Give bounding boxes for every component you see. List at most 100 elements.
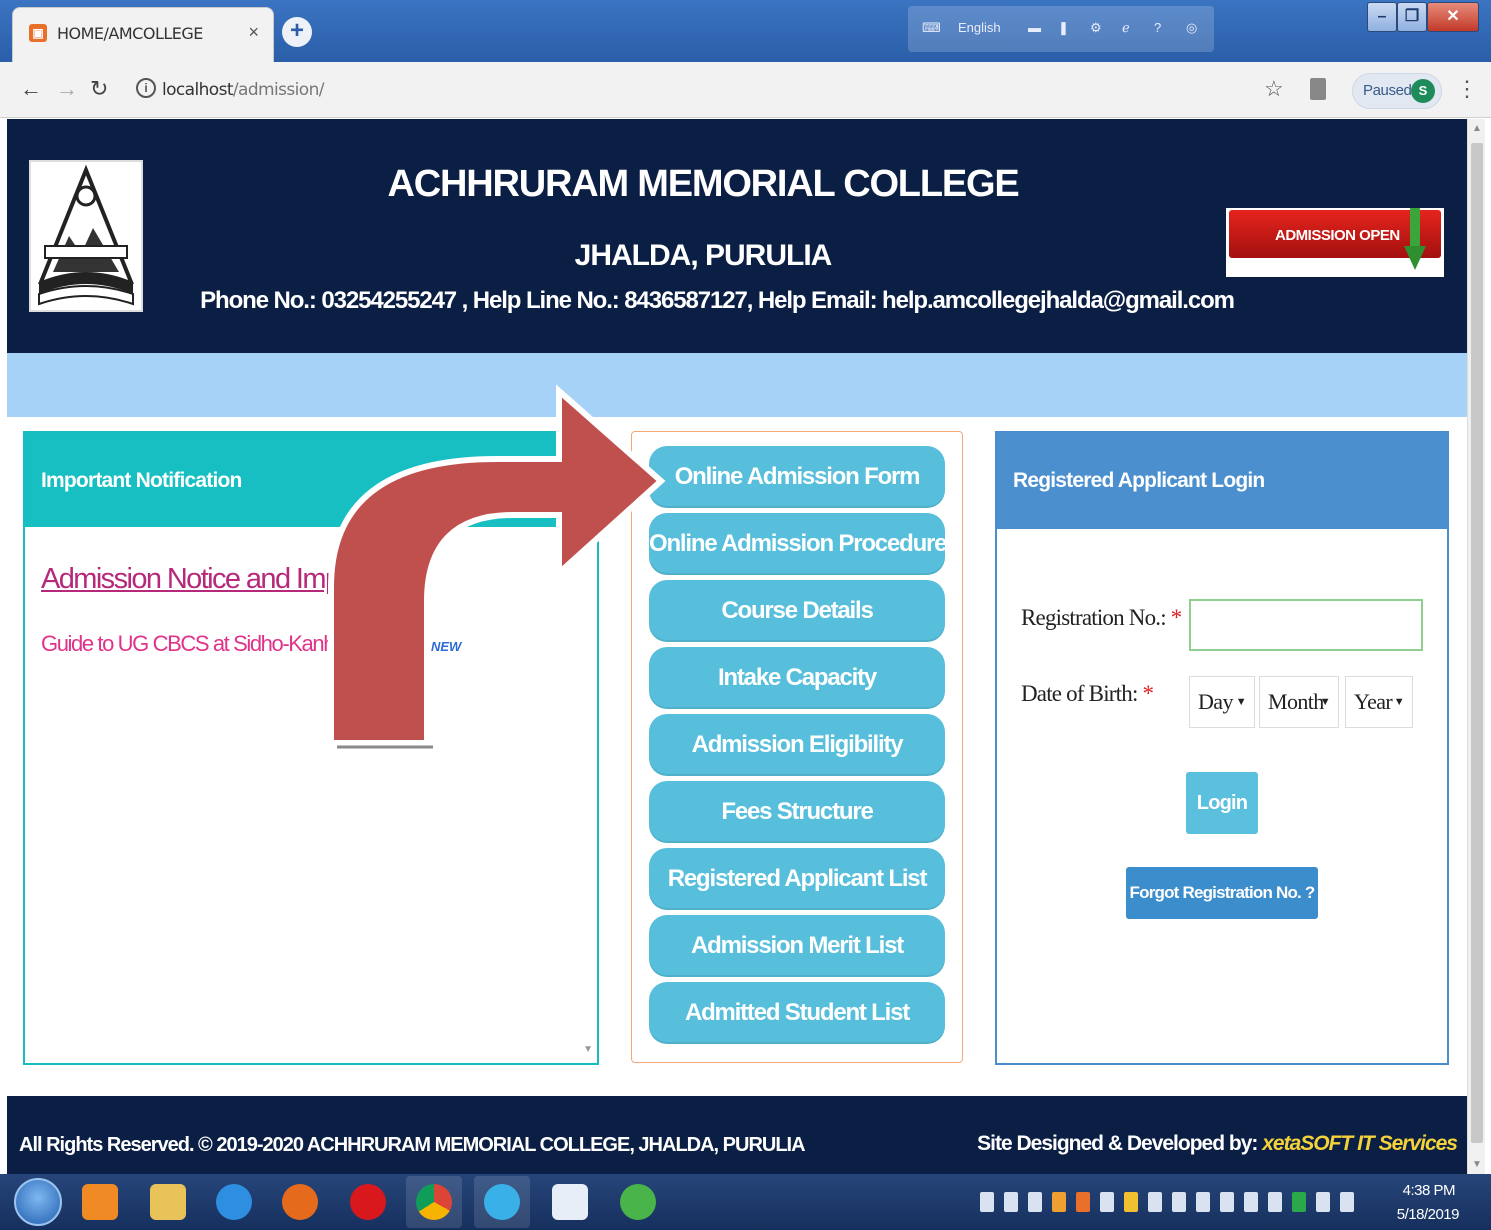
language-label: English bbox=[958, 20, 1001, 35]
badge-label: ADMISSION OPEN bbox=[1275, 227, 1400, 244]
bluetooth-icon[interactable] bbox=[1340, 1192, 1354, 1212]
page-viewport: ACHHRURAM MEMORIAL COLLEGE JHALDA, PURUL… bbox=[7, 119, 1467, 1174]
admission-merit-list-button[interactable]: Admission Merit List bbox=[649, 915, 945, 977]
scroll-down-icon[interactable]: ▼ bbox=[583, 1044, 593, 1055]
minimize-icon[interactable]: – bbox=[1367, 2, 1397, 32]
app-icon[interactable] bbox=[610, 1176, 666, 1228]
word-app-icon[interactable] bbox=[542, 1176, 598, 1228]
firefox-app-icon[interactable] bbox=[272, 1176, 328, 1228]
extension-icon[interactable] bbox=[1310, 78, 1326, 100]
favicon-icon: ▣ bbox=[29, 24, 47, 42]
dropdown-caret-icon: ▼ bbox=[1319, 696, 1331, 708]
site-footer: All Rights Reserved. © 2019-2020 ACHHRUR… bbox=[7, 1096, 1467, 1174]
star-icon[interactable]: ☆ bbox=[1264, 76, 1284, 102]
course-details-button[interactable]: Course Details bbox=[649, 580, 945, 642]
scroll-down-icon[interactable]: ▼ bbox=[1472, 1159, 1482, 1170]
help-icon: ? bbox=[1154, 20, 1162, 35]
new-tab-button[interactable]: + bbox=[282, 17, 312, 47]
opera-app-icon[interactable] bbox=[340, 1176, 396, 1228]
login-title: Registered Applicant Login bbox=[1013, 469, 1265, 492]
online-admission-form-button[interactable]: Online Admission Form bbox=[649, 446, 945, 508]
keyboard-icon: ⌨ bbox=[922, 20, 941, 35]
day-value: Day bbox=[1198, 689, 1233, 714]
tray-icon[interactable] bbox=[1172, 1192, 1186, 1212]
file-explorer-app-icon[interactable] bbox=[140, 1176, 196, 1228]
volume-icon[interactable] bbox=[1268, 1192, 1282, 1212]
tray-icon[interactable] bbox=[1196, 1192, 1210, 1212]
tray-icon[interactable] bbox=[1052, 1192, 1066, 1212]
reload-icon[interactable]: ↻ bbox=[90, 76, 108, 102]
chrome-app-icon[interactable] bbox=[406, 1176, 462, 1228]
page-scrollbar[interactable]: ▲ ▼ bbox=[1467, 119, 1485, 1174]
window-controls: – ❐ ✕ bbox=[1367, 2, 1481, 34]
login-button[interactable]: Login bbox=[1186, 772, 1258, 834]
forgot-registration-button[interactable]: Forgot Registration No. ? bbox=[1126, 867, 1318, 919]
language-bar: ⌨ English ▬ ❚ ⚙ ℯ ? ◎ bbox=[908, 6, 1214, 52]
flag-icon[interactable] bbox=[1316, 1192, 1330, 1212]
lang-tool-icon: ℯ bbox=[1122, 20, 1130, 35]
signal-icon[interactable] bbox=[1220, 1192, 1234, 1212]
registration-number-input[interactable] bbox=[1189, 599, 1423, 651]
address-bar[interactable]: i localhost/admission/ bbox=[128, 72, 1328, 108]
notification-title: Important Notification bbox=[41, 469, 242, 492]
tray-icon[interactable] bbox=[980, 1192, 994, 1212]
browser-tab[interactable]: ▣ HOME/AMCOLLEGE × bbox=[12, 7, 274, 62]
tray-icon[interactable] bbox=[1148, 1192, 1162, 1212]
profile-status: Paused bbox=[1363, 82, 1412, 99]
tray-icon[interactable] bbox=[1004, 1192, 1018, 1212]
tab-title: HOME/AMCOLLEGE bbox=[57, 24, 203, 43]
profile-sync-button[interactable]: Paused S bbox=[1352, 73, 1442, 109]
url-host: localhost bbox=[162, 80, 234, 100]
login-header: Registered Applicant Login bbox=[997, 433, 1447, 529]
registered-applicant-list-button[interactable]: Registered Applicant List bbox=[649, 848, 945, 910]
college-location: JHALDA, PURULIA bbox=[574, 239, 833, 272]
date-of-birth-label: Date of Birth: * bbox=[1021, 681, 1154, 707]
start-button[interactable] bbox=[14, 1178, 62, 1226]
internet-explorer-app-icon[interactable] bbox=[206, 1176, 262, 1228]
required-mark: * bbox=[1170, 605, 1182, 630]
admitted-student-list-button[interactable]: Admitted Student List bbox=[649, 982, 945, 1044]
tab-close-icon[interactable]: × bbox=[248, 22, 259, 43]
lang-tool-icon: ⚙ bbox=[1090, 20, 1102, 35]
back-arrow-icon[interactable]: ← bbox=[20, 76, 42, 102]
scroll-thumb[interactable] bbox=[1471, 143, 1483, 1143]
applicant-login-panel: Registered Applicant Login Registration … bbox=[995, 431, 1449, 1065]
required-mark: * bbox=[1142, 681, 1154, 706]
admission-open-badge[interactable]: ADMISSION OPEN bbox=[1226, 208, 1444, 277]
down-arrow-icon bbox=[1404, 208, 1426, 270]
year-select[interactable]: Year ▼ bbox=[1345, 676, 1413, 728]
forward-arrow-icon[interactable]: → bbox=[56, 76, 78, 102]
scroll-up-icon[interactable]: ▲ bbox=[1472, 123, 1482, 134]
designed-by-label: Site Designed & Developed by: bbox=[977, 1132, 1263, 1155]
maximize-icon[interactable]: ❐ bbox=[1397, 2, 1427, 32]
media-player-app-icon[interactable] bbox=[72, 1176, 128, 1228]
tray-icon[interactable] bbox=[1124, 1192, 1138, 1212]
developer-link[interactable]: xetaSOFT IT Services bbox=[1262, 1132, 1458, 1155]
day-select[interactable]: Day ▼ bbox=[1189, 676, 1255, 728]
tray-icon[interactable] bbox=[1100, 1192, 1114, 1212]
clock-time[interactable]: 4:38 PM bbox=[1403, 1182, 1456, 1199]
battery-icon[interactable] bbox=[1244, 1192, 1258, 1212]
admission-menu: Online Admission Form Online Admission P… bbox=[631, 431, 963, 1063]
copyright-text: All Rights Reserved. © 2019-2020 ACHHRUR… bbox=[19, 1134, 806, 1156]
browser-tab-bar: ▣ HOME/AMCOLLEGE × + ⌨ English ▬ ❚ ⚙ ℯ ?… bbox=[0, 0, 1491, 62]
url-path: /admission/ bbox=[232, 80, 325, 100]
lang-tool-icon: ▬ bbox=[1028, 20, 1041, 35]
app-icon[interactable] bbox=[474, 1176, 530, 1228]
clock-date[interactable]: 5/18/2019 bbox=[1397, 1206, 1460, 1223]
fees-structure-button[interactable]: Fees Structure bbox=[649, 781, 945, 843]
nav-strip bbox=[7, 353, 1467, 417]
month-select[interactable]: Month ▼ bbox=[1259, 676, 1339, 728]
intake-capacity-button[interactable]: Intake Capacity bbox=[649, 647, 945, 709]
admission-eligibility-button[interactable]: Admission Eligibility bbox=[649, 714, 945, 776]
url-text[interactable]: localhost/admission/ bbox=[162, 80, 324, 100]
site-header: ACHHRURAM MEMORIAL COLLEGE JHALDA, PURUL… bbox=[7, 119, 1467, 353]
close-window-icon[interactable]: ✕ bbox=[1427, 2, 1479, 32]
month-value: Month bbox=[1268, 689, 1324, 714]
tray-icon[interactable] bbox=[1076, 1192, 1090, 1212]
tray-icon[interactable] bbox=[1292, 1192, 1306, 1212]
menu-dots-icon[interactable]: ⋮ bbox=[1456, 76, 1478, 102]
online-admission-procedure-button[interactable]: Online Admission Procedure bbox=[649, 513, 948, 575]
info-icon[interactable]: i bbox=[136, 78, 156, 98]
tray-icon[interactable] bbox=[1028, 1192, 1042, 1212]
